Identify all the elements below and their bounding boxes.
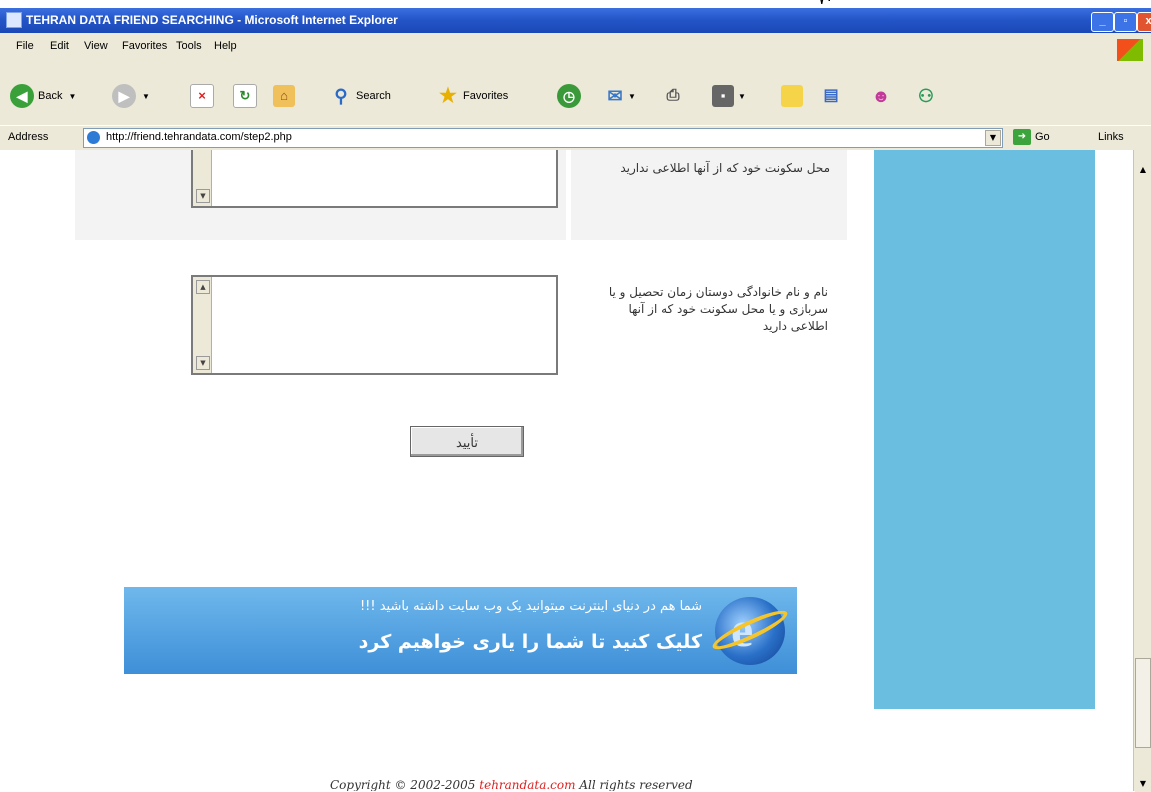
- menu-file[interactable]: File: [16, 40, 34, 52]
- menu-help[interactable]: Help: [214, 40, 237, 52]
- messenger-icon: ☻: [871, 86, 891, 106]
- menu-favorites[interactable]: Favorites: [122, 40, 167, 52]
- discuss-icon: [781, 85, 803, 107]
- scrollbar-thumb[interactable]: [1135, 658, 1151, 748]
- go-button[interactable]: ➜ Go: [1013, 129, 1050, 145]
- address-label: Address: [8, 131, 49, 143]
- address-bar: Address http://friend.tehrandata.com/ste…: [0, 125, 1151, 151]
- refresh-icon: ↻: [233, 84, 257, 108]
- textarea-scrollbar[interactable]: ▲ ▼: [193, 277, 212, 373]
- submit-button[interactable]: تأیید: [410, 426, 524, 457]
- toolbar: ◀ Back ▼ ▶ ▼ × ↻ ⌂ ⚲ Search ★ Favorites …: [0, 68, 1151, 125]
- top-fragment-text: ٧٠: [818, 0, 834, 8]
- ad-banner[interactable]: شما هم در دنیای اینترنت میتوانید یک وب س…: [124, 587, 797, 674]
- scroll-down-icon[interactable]: ▼: [196, 356, 210, 370]
- links-button[interactable]: Links: [1098, 131, 1124, 143]
- research-button[interactable]: ▤: [820, 79, 842, 113]
- forward-dropdown-icon[interactable]: ▼: [142, 92, 150, 101]
- menu-tools[interactable]: Tools: [176, 40, 202, 52]
- scroll-down-icon[interactable]: ▼: [1135, 776, 1151, 792]
- back-button[interactable]: ◀ Back ▼: [10, 79, 76, 113]
- home-icon: ⌂: [273, 85, 295, 107]
- favorites-button[interactable]: ★ Favorites: [437, 79, 508, 113]
- copyright-suffix: All rights reserved: [579, 778, 693, 791]
- edit-dropdown-icon[interactable]: ▼: [738, 92, 746, 101]
- forward-arrow-icon: ▶: [112, 84, 136, 108]
- refresh-button[interactable]: ↻: [233, 79, 257, 113]
- top-fragment: ٧٠: [0, 0, 1151, 8]
- go-arrow-icon: ➜: [1013, 129, 1031, 145]
- mail-dropdown-icon[interactable]: ▼: [628, 92, 636, 101]
- maximize-button[interactable]: ▫: [1114, 12, 1137, 32]
- go-label: Go: [1035, 131, 1050, 143]
- menu-edit[interactable]: Edit: [50, 40, 69, 52]
- right-sidebar: [874, 150, 1095, 709]
- textarea-scrollbar[interactable]: ▼: [193, 150, 212, 206]
- windows-logo-icon: [1117, 39, 1143, 61]
- banner-line-2: کلیک کنید تا شما را یاری خواهیم کرد: [358, 631, 702, 653]
- menu-bar: File Edit View Favorites Tools Help: [0, 33, 1151, 69]
- address-input[interactable]: http://friend.tehrandata.com/step2.php ▼: [83, 128, 1003, 148]
- back-arrow-icon: ◀: [10, 84, 34, 108]
- close-button[interactable]: x: [1137, 12, 1151, 32]
- scroll-up-icon[interactable]: ▲: [196, 280, 210, 294]
- home-button[interactable]: ⌂: [273, 79, 295, 113]
- mail-icon: ✉: [607, 86, 623, 106]
- minimize-button[interactable]: _: [1091, 12, 1114, 32]
- back-dropdown-icon[interactable]: ▼: [68, 92, 76, 101]
- history-button[interactable]: ◷: [557, 79, 581, 113]
- window-title: TEHRAN DATA FRIEND SEARCHING - Microsoft…: [26, 13, 398, 27]
- search-icon: ⚲: [334, 86, 348, 106]
- research-icon: ▤: [823, 87, 839, 104]
- known-friends-label: نام و نام خانوادگی دوستان زمان تحصیل و ی…: [608, 285, 828, 333]
- scroll-down-icon[interactable]: ▼: [196, 189, 210, 203]
- copyright-link[interactable]: tehrandata.com: [479, 778, 575, 791]
- unknown-friends-label: محل سکونت خود که از آنها اطلاعی ندارید: [620, 161, 830, 175]
- search-button[interactable]: ⚲ Search: [330, 79, 391, 113]
- back-label: Back: [38, 90, 63, 102]
- search-label: Search: [356, 90, 391, 102]
- unknown-friends-textarea[interactable]: ▼: [191, 150, 558, 208]
- copyright-footer: Copyright © 2002-2005 tehrandata.com All…: [330, 778, 693, 791]
- people-button[interactable]: ⚇: [915, 79, 937, 113]
- messenger-button[interactable]: ☻: [870, 79, 892, 113]
- discuss-button[interactable]: [781, 79, 803, 113]
- stop-button[interactable]: ×: [190, 79, 214, 113]
- mail-button[interactable]: ✉ ▼: [604, 79, 636, 113]
- favorites-label: Favorites: [463, 90, 509, 102]
- page-scrollbar[interactable]: ▲ ▼: [1133, 150, 1151, 792]
- stop-icon: ×: [190, 84, 214, 108]
- forward-button[interactable]: ▶ ▼: [112, 79, 150, 113]
- copyright-prefix: Copyright © 2002-2005: [330, 778, 476, 791]
- banner-line-1: شما هم در دنیای اینترنت میتوانید یک وب س…: [359, 599, 702, 614]
- print-button[interactable]: ⎙: [662, 79, 684, 113]
- print-icon: ⎙: [666, 87, 680, 104]
- edit-icon: ▪: [712, 85, 734, 107]
- page-icon: [87, 131, 100, 144]
- ie-logo-icon: e: [709, 597, 791, 665]
- scroll-up-icon[interactable]: ▲: [1135, 162, 1151, 178]
- favorites-star-icon: ★: [439, 85, 457, 107]
- people-icon: ⚇: [917, 86, 935, 106]
- address-dropdown-icon[interactable]: ▼: [985, 130, 1001, 146]
- ie-app-icon: [6, 12, 22, 28]
- edit-button[interactable]: ▪ ▼: [712, 79, 746, 113]
- menu-view[interactable]: View: [84, 40, 108, 52]
- history-icon: ◷: [557, 84, 581, 108]
- title-bar: TEHRAN DATA FRIEND SEARCHING - Microsoft…: [0, 8, 1151, 33]
- address-url: http://friend.tehrandata.com/step2.php: [106, 131, 292, 143]
- page-content: ▼ محل سکونت خود که از آنها اطلاعی ندارید…: [0, 150, 1133, 791]
- known-friends-textarea[interactable]: ▲ ▼: [191, 275, 558, 375]
